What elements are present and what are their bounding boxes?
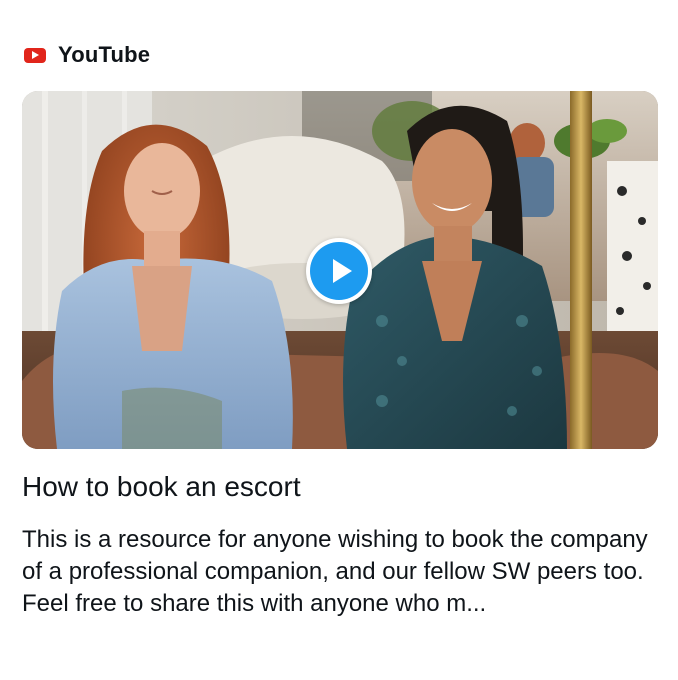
link-preview-card[interactable]: YouTube How to book an escort This is a …	[0, 0, 678, 680]
play-icon	[310, 242, 368, 300]
source-row: YouTube	[24, 40, 150, 70]
card-title[interactable]: How to book an escort	[22, 469, 658, 505]
source-name: YouTube	[58, 42, 151, 67]
youtube-logo-icon	[24, 47, 46, 63]
play-button[interactable]	[306, 238, 372, 304]
card-description: This is a resource for anyone wishing to…	[22, 526, 648, 617]
